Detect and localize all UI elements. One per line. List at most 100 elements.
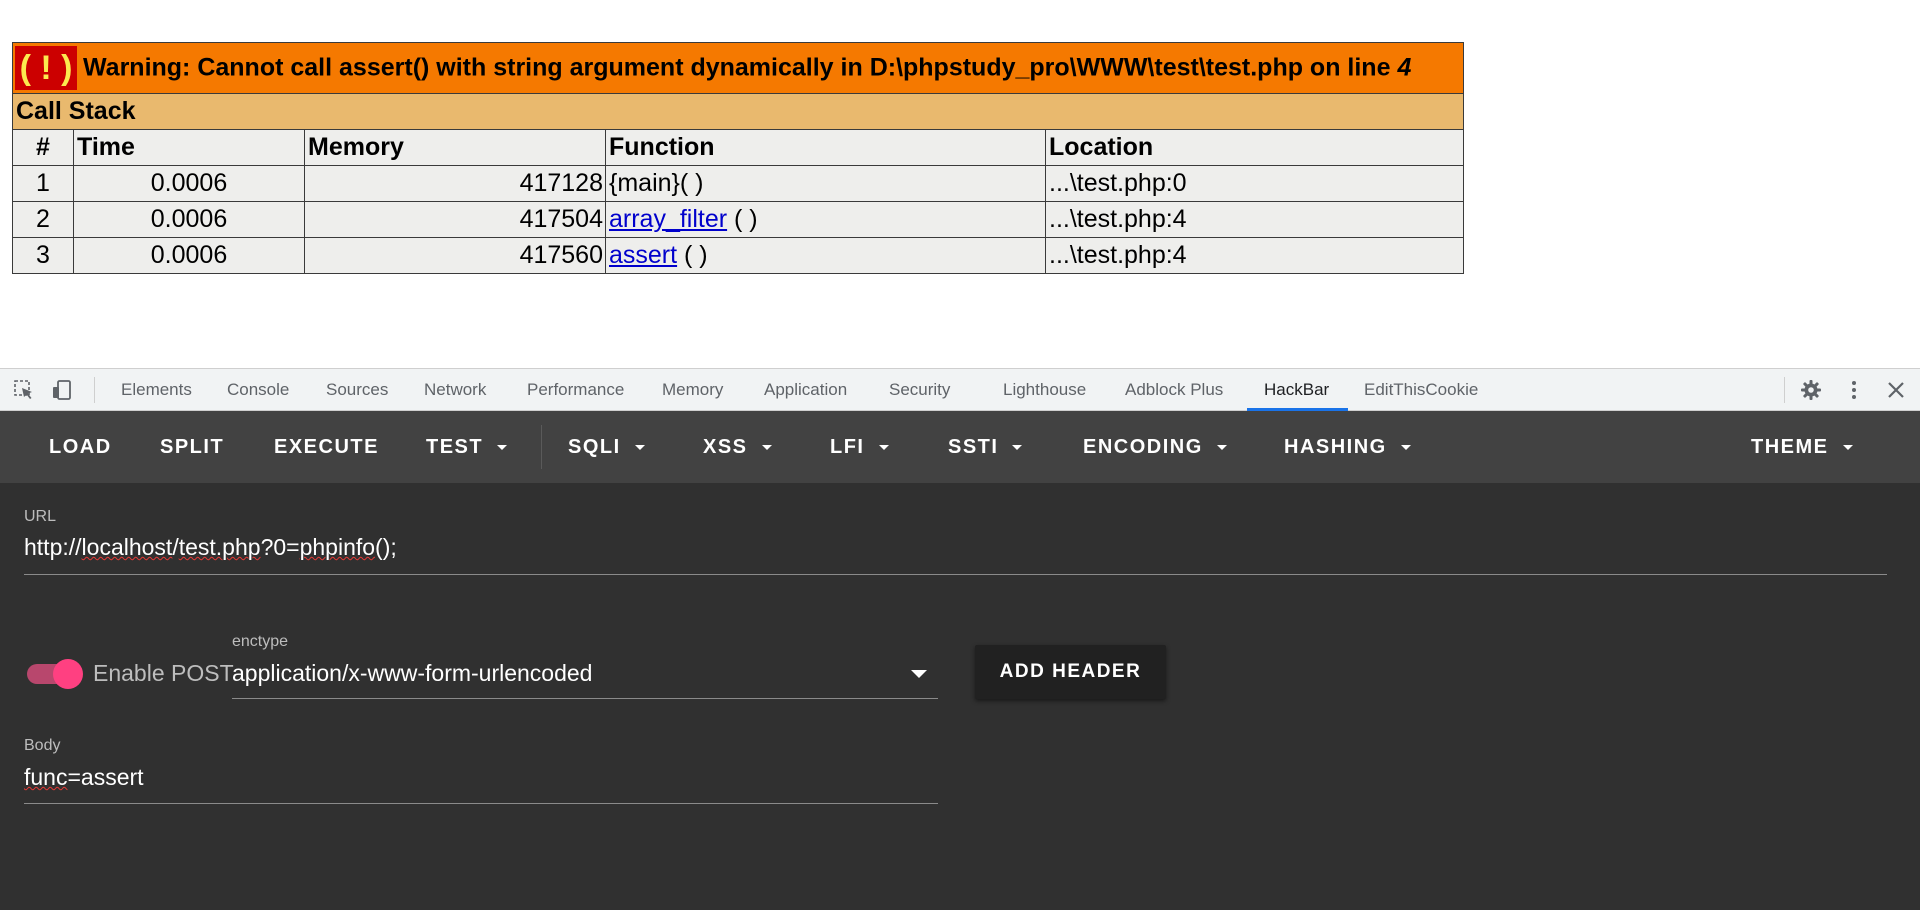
close-icon[interactable]: [1885, 379, 1907, 401]
test-menu-button[interactable]: TEST: [426, 411, 508, 483]
function-link-assert[interactable]: assert: [609, 241, 677, 269]
tab-divider: [94, 377, 95, 403]
function-args: ( ): [677, 241, 708, 269]
caret-down-icon: [1400, 445, 1411, 451]
execute-label: EXECUTE: [274, 436, 379, 458]
url-input[interactable]: http://localhost/test.php?0=phpinfo();: [24, 534, 397, 561]
table-row: 2 0.0006 417504 array_filter ( ) ...\tes…: [12, 201, 1464, 238]
table-row: 3 0.0006 417560 assert ( ) ...\test.php:…: [12, 237, 1464, 274]
caret-down-icon: [878, 445, 889, 451]
caret-down-icon: [1842, 445, 1853, 451]
row-memory: 417128: [304, 165, 606, 202]
row-time: 0.0006: [73, 201, 305, 238]
enctype-label: enctype: [232, 633, 289, 650]
tab-hackbar[interactable]: HackBar: [1264, 369, 1329, 411]
url-part: ();: [375, 534, 397, 560]
function-link-array-filter[interactable]: array_filter: [609, 205, 727, 233]
device-toolbar-icon[interactable]: [51, 379, 73, 401]
xss-menu-button[interactable]: XSS: [703, 411, 772, 483]
devtools-tab-bar: Elements Console Sources Network Perform…: [0, 368, 1920, 411]
encoding-menu-button[interactable]: ENCODING: [1083, 411, 1227, 483]
tab-performance[interactable]: Performance: [527, 369, 624, 411]
tab-lighthouse[interactable]: Lighthouse: [1003, 369, 1086, 411]
caret-down-icon: [634, 445, 645, 451]
inspect-element-icon[interactable]: [13, 379, 35, 401]
execute-button[interactable]: EXECUTE: [274, 411, 379, 483]
body-part: =assert: [67, 764, 144, 790]
settings-gear-icon[interactable]: [1800, 379, 1822, 401]
tab-editthiscookie[interactable]: EditThisCookie: [1364, 369, 1478, 411]
theme-menu-button[interactable]: THEME: [1751, 411, 1853, 483]
url-part: test.php: [178, 534, 261, 560]
function-args: ( ): [727, 205, 758, 233]
row-memory: 417504: [304, 201, 606, 238]
enable-post-toggle-knob[interactable]: [53, 659, 83, 689]
tab-security[interactable]: Security: [889, 369, 950, 411]
tab-console[interactable]: Console: [227, 369, 289, 411]
warning-message: Warning: Cannot call assert() with strin…: [83, 53, 1391, 82]
load-label: LOAD: [49, 436, 112, 458]
url-part: localhost: [81, 534, 173, 560]
tab-memory[interactable]: Memory: [662, 369, 723, 411]
body-part: func: [24, 764, 68, 790]
warning-icon: ( ! ): [15, 46, 77, 90]
column-header-number: #: [12, 129, 74, 166]
url-underline: [24, 574, 1887, 575]
function-text: {main}( ): [609, 169, 704, 197]
hackbar-panel: LOAD SPLIT EXECUTE TEST SQLI XSS LFI SST…: [0, 411, 1920, 910]
column-header-memory: Memory: [304, 129, 606, 166]
ssti-label: SSTI: [948, 436, 999, 458]
xss-label: XSS: [703, 436, 748, 458]
enctype-underline: [232, 698, 938, 699]
row-location: ...\test.php:4: [1045, 237, 1464, 274]
split-label: SPLIT: [160, 436, 225, 458]
body-input[interactable]: func=assert: [24, 764, 144, 791]
sqli-label: SQLI: [568, 436, 621, 458]
caret-down-icon: [497, 445, 508, 451]
table-row: 1 0.0006 417128 {main}( ) ...\test.php:0: [12, 165, 1464, 202]
column-header-time: Time: [73, 129, 305, 166]
tab-application[interactable]: Application: [764, 369, 847, 411]
row-function: {main}( ): [605, 165, 1046, 202]
row-time: 0.0006: [73, 237, 305, 274]
lfi-menu-button[interactable]: LFI: [830, 411, 889, 483]
row-memory: 417560: [304, 237, 606, 274]
url-part: ?0=: [260, 534, 300, 560]
sqli-menu-button[interactable]: SQLI: [568, 411, 645, 483]
row-location: ...\test.php:0: [1045, 165, 1464, 202]
hackbar-toolbar: LOAD SPLIT EXECUTE TEST SQLI XSS LFI SST…: [0, 411, 1920, 483]
body-label: Body: [24, 737, 61, 754]
hashing-label: HASHING: [1284, 436, 1387, 458]
theme-label: THEME: [1751, 436, 1829, 458]
tab-elements[interactable]: Elements: [121, 369, 192, 411]
hashing-menu-button[interactable]: HASHING: [1284, 411, 1411, 483]
xdebug-warning-table: ( ! ) Warning: Cannot call assert() with …: [12, 42, 1464, 274]
url-label: URL: [24, 508, 57, 525]
tab-adblock-plus[interactable]: Adblock Plus: [1125, 369, 1223, 411]
row-location: ...\test.php:4: [1045, 201, 1464, 238]
split-button[interactable]: SPLIT: [160, 411, 224, 483]
url-part: http://: [24, 534, 82, 560]
row-number: 2: [12, 201, 74, 238]
row-number: 1: [12, 165, 74, 202]
caret-down-icon: [761, 445, 772, 451]
caret-down-icon: [1216, 445, 1227, 451]
column-header-location: Location: [1045, 129, 1464, 166]
column-header-function: Function: [605, 129, 1046, 166]
ssti-menu-button[interactable]: SSTI: [948, 411, 1023, 483]
add-header-button[interactable]: ADD HEADER: [975, 645, 1166, 699]
tab-network[interactable]: Network: [424, 369, 486, 411]
warning-header: ( ! ) Warning: Cannot call assert() with …: [12, 42, 1464, 94]
url-part: phpinfo: [299, 534, 376, 560]
call-stack-title: Call Stack: [12, 93, 1464, 130]
toolbar-divider: [541, 425, 542, 469]
more-options-icon[interactable]: [1843, 379, 1865, 401]
enable-post-label: Enable POST: [93, 660, 234, 686]
tab-sources[interactable]: Sources: [326, 369, 388, 411]
warning-line-number: 4: [1397, 53, 1412, 82]
body-underline: [24, 803, 938, 804]
load-button[interactable]: LOAD: [49, 411, 112, 483]
dropdown-arrow-icon[interactable]: [911, 670, 927, 678]
row-time: 0.0006: [73, 165, 305, 202]
enctype-select[interactable]: application/x-www-form-urlencoded: [232, 660, 592, 687]
